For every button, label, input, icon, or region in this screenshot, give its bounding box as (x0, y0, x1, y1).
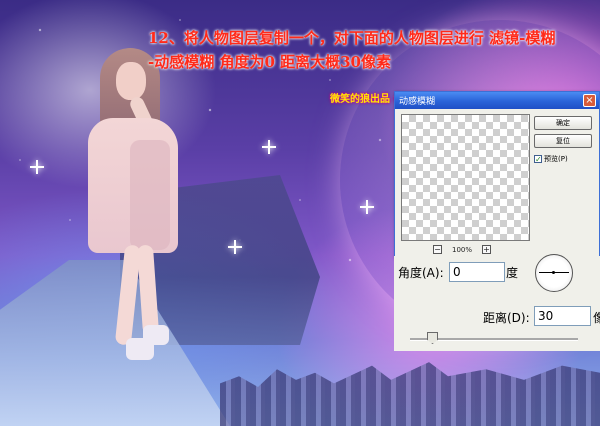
preview-checkbox[interactable]: ✓ (534, 155, 542, 164)
zoom-controls: − 100% + (433, 244, 492, 255)
sparkle-icon (228, 240, 242, 254)
woman-coat-fold (130, 140, 170, 250)
dialog-title: 动感模糊 (399, 97, 436, 107)
angle-dial-center (552, 271, 555, 274)
dialog-titlebar[interactable]: 动感模糊 × (395, 92, 599, 109)
sparkle-icon (262, 140, 276, 154)
ok-button[interactable]: 确定 (534, 116, 592, 130)
distance-unit: 像 (593, 311, 600, 325)
zoom-out-button[interactable]: − (433, 245, 442, 254)
distance-label: 距离(D): (483, 311, 530, 325)
zoom-level: 100% (452, 245, 473, 254)
angle-unit: 度 (506, 266, 519, 280)
preview-canvas[interactable] (401, 114, 530, 241)
motion-blur-dialog: 动感模糊 × − 100% + 确定 复位 ✓ 预览(P) (394, 91, 600, 258)
preview-checkbox-row[interactable]: ✓ 预览(P) (534, 154, 568, 164)
distance-input[interactable]: 30 (534, 306, 591, 326)
angle-label: 角度(A): (398, 266, 444, 280)
reset-button[interactable]: 复位 (534, 134, 592, 148)
instruction-line-2: -动感模糊 角度为0 距离大概30像素 (148, 53, 391, 71)
instruction-line-1: 12、将人物图层复制一个，对下面的人物图层进行 滤镜-模糊 (148, 29, 556, 47)
zoom-in-button[interactable]: + (482, 245, 492, 254)
preview-label: 预览(P) (544, 155, 568, 163)
sparkle-icon (360, 200, 374, 214)
close-icon[interactable]: × (583, 94, 596, 107)
sparkle-icon (30, 160, 44, 174)
angle-input[interactable]: 0 (449, 262, 505, 282)
instruction-text: 12、将人物图层复制一个，对下面的人物图层进行 滤镜-模糊 -动感模糊 角度为0… (148, 26, 598, 74)
woman-shoe-right (143, 325, 169, 345)
woman-face (116, 62, 146, 100)
